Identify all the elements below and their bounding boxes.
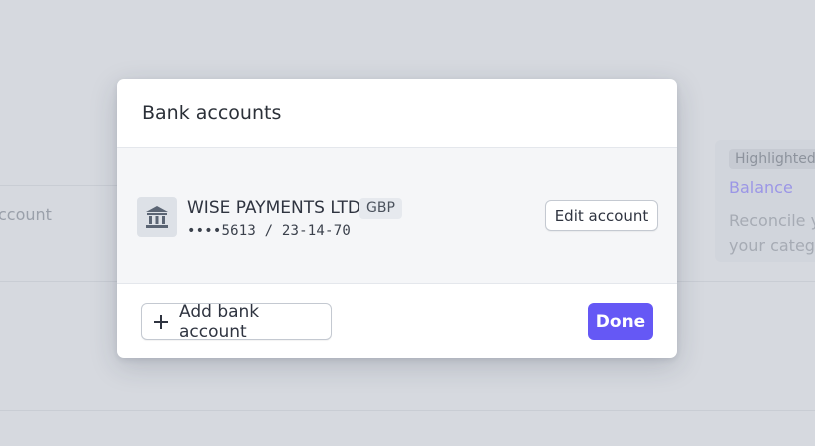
edit-account-button[interactable]: Edit account [545, 200, 658, 231]
done-button[interactable]: Done [588, 303, 653, 340]
bank-accounts-dialog: Bank accounts WISE PAYMENTS LTD GBP ••••… [117, 79, 677, 358]
account-name: WISE PAYMENTS LTD [187, 198, 361, 218]
dialog-title: Bank accounts [142, 102, 282, 124]
background-highlight-badge: Highlighted [729, 149, 815, 169]
add-bank-account-label: Add bank account [179, 301, 260, 342]
add-bank-account-button[interactable]: Add bank account [141, 301, 332, 342]
currency-badge: GBP [359, 198, 402, 219]
bank-icon [137, 197, 177, 237]
background-description-line: your catego [729, 236, 815, 255]
background-description: Reconcile y your catego [729, 208, 815, 258]
account-number: ••••5613 / 23-14-70 [187, 223, 351, 239]
background-divider [0, 185, 120, 186]
dialog-footer: Add bank account Done [117, 284, 677, 358]
background-divider [0, 410, 815, 411]
bank-account-row: WISE PAYMENTS LTD GBP ••••5613 / 23-14-7… [117, 148, 677, 284]
dialog-header: Bank accounts [117, 79, 677, 148]
plus-icon [153, 314, 169, 330]
background-account-label: ccount [0, 205, 52, 224]
background-description-line: Reconcile y [729, 211, 815, 230]
background-balance-link: Balance [729, 178, 793, 197]
